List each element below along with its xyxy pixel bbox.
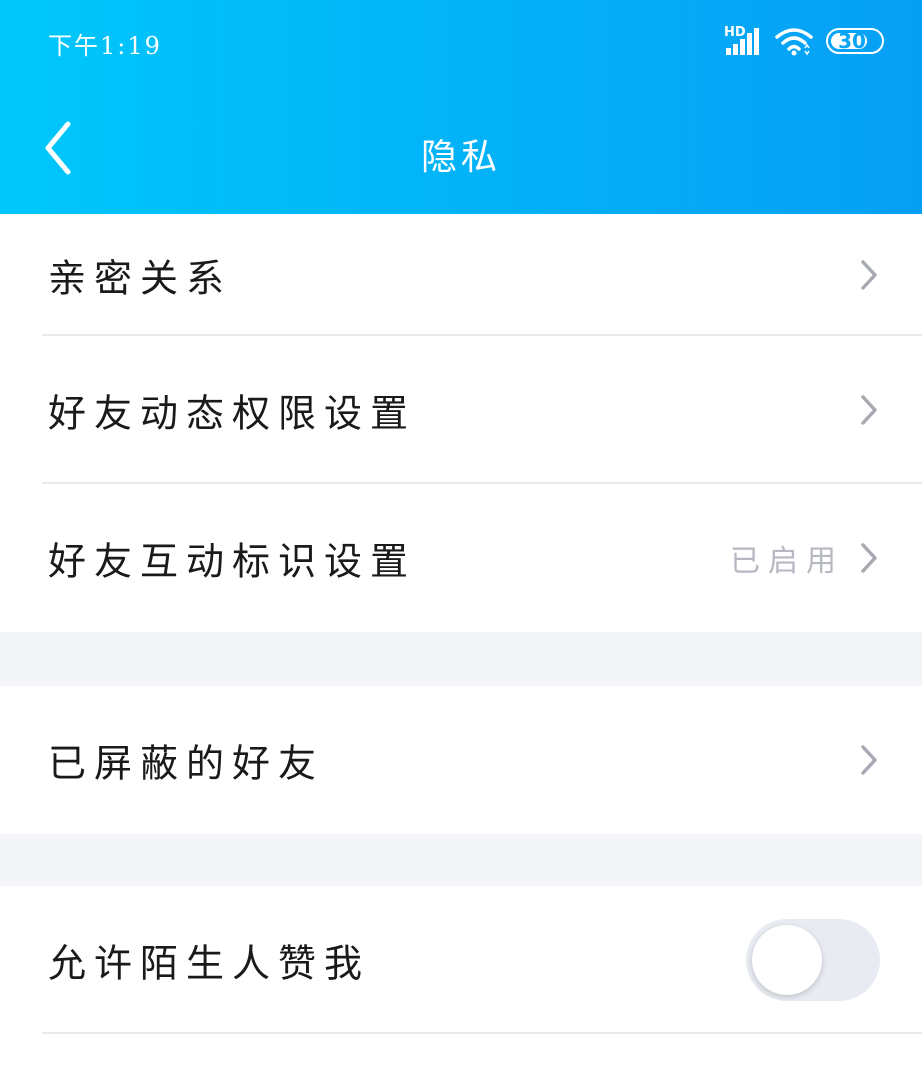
chevron-right-icon (861, 543, 877, 573)
row-feed-permission[interactable]: 好友动态权限设置 (0, 336, 922, 484)
divider (42, 1032, 922, 1034)
row-label: 允许陌生人赞我 (48, 941, 371, 986)
status-time: 下午1:19 (48, 32, 162, 60)
row-intimate-relations[interactable]: 亲密关系 (0, 214, 922, 336)
row-label: 已屏蔽的好友 (48, 741, 325, 786)
status-icons: HD 30 (724, 24, 884, 58)
chevron-right-icon (861, 260, 877, 290)
chevron-right-icon (861, 745, 877, 775)
settings-group-relations: 亲密关系 好友动态权限设置 好友互动标识设置 已启用 (0, 214, 922, 632)
wifi-icon (775, 28, 813, 56)
battery-level: 30 (838, 29, 866, 53)
row-value-status: 已启用 (730, 544, 844, 579)
settings-group-likes: 允许陌生人赞我 (0, 886, 922, 1065)
row-interaction-badge[interactable]: 好友互动标识设置 已启用 (0, 484, 922, 632)
signal-icon: HD (724, 26, 760, 56)
row-allow-stranger-likes: 允许陌生人赞我 (0, 886, 922, 1034)
page-title: 隐私 (420, 137, 501, 178)
app-header: 下午1:19 HD 30 隐私 (0, 0, 922, 214)
row-blocked-friends[interactable]: 已屏蔽的好友 (0, 686, 922, 834)
row-label: 好友互动标识设置 (48, 539, 417, 584)
row-label: 好友动态权限设置 (48, 391, 417, 436)
battery-icon: 30 (826, 28, 884, 54)
toggle-knob (752, 925, 822, 995)
settings-group-blocked: 已屏蔽的好友 (0, 686, 922, 834)
row-label: 亲密关系 (48, 256, 233, 301)
chevron-right-icon (861, 395, 877, 425)
allow-stranger-likes-toggle[interactable] (746, 919, 880, 1001)
